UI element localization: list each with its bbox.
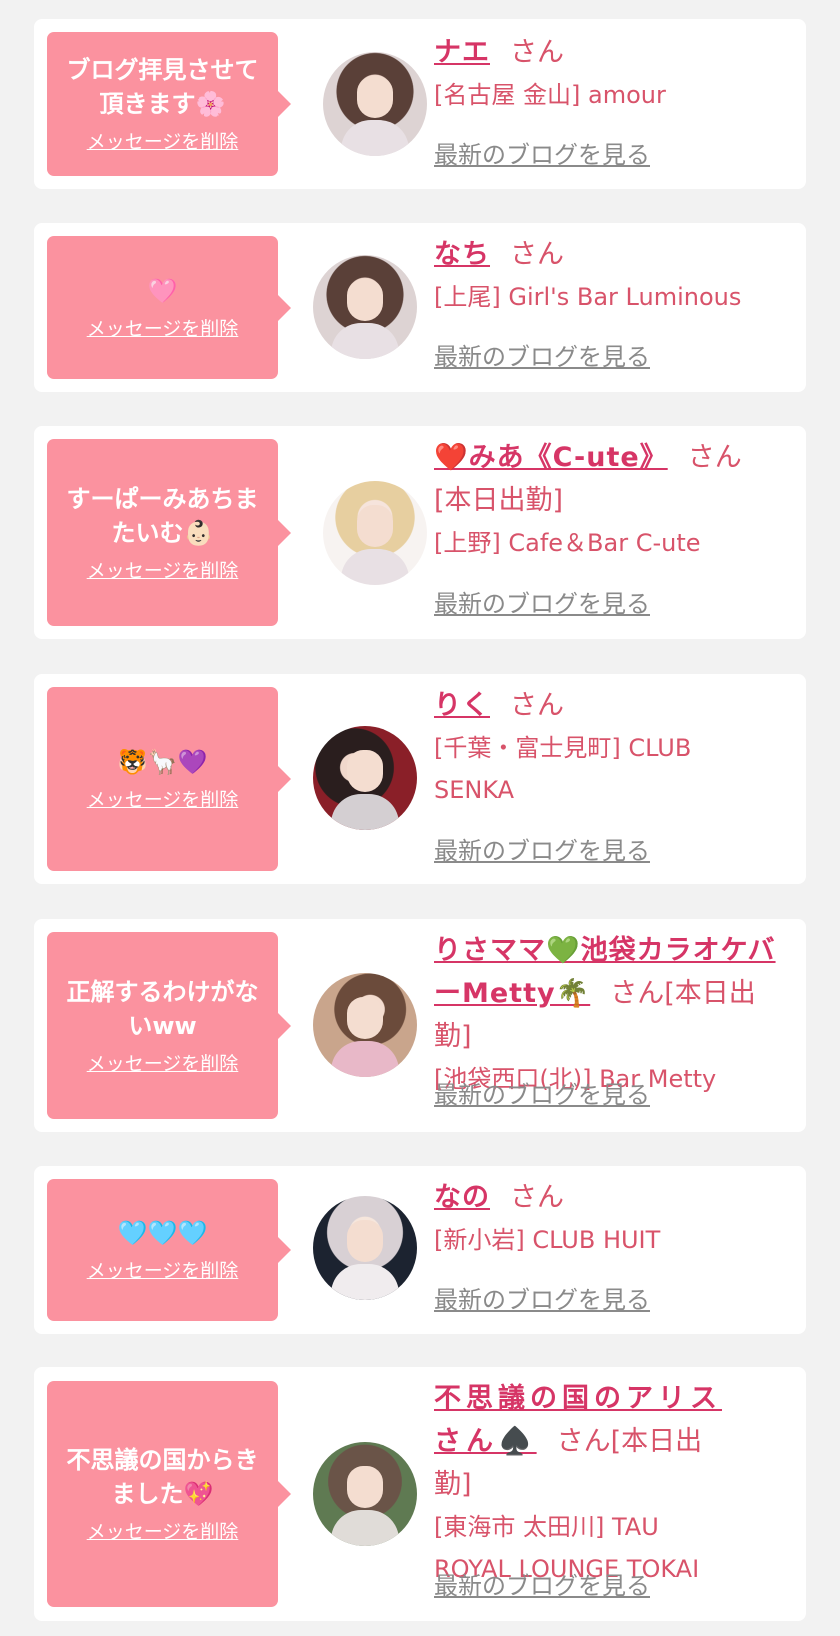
cast-name-line: 不思議の国のアリスさん♠️ さん[本日出勤] [434,1377,734,1506]
cast-name-link[interactable]: ❤️みあ《C-ute》 [434,442,668,473]
cast-name-link[interactable]: なち [434,239,490,270]
latest-blog-link[interactable]: 最新のブログを見る [434,340,650,374]
cast-info: りさママ💚池袋カラオケバーMetty🌴 さん[本日出勤] [池袋西口(北)] Ba… [434,929,784,1100]
cast-name-line: ❤️みあ《C-ute》 さん[本日出勤] [434,436,774,522]
cast-name-line: なち さん [434,233,774,276]
message-bubble: 不思議の国からきました💖 メッセージを削除 [47,1381,291,1607]
cast-info: ❤️みあ《C-ute》 さん[本日出勤] [上野] Cafe＆Bar C-ute [434,436,774,564]
cast-info: なち さん [上尾] Girl's Bar Luminous [434,233,774,318]
message-text: 不思議の国からきました💖 [66,1446,259,1508]
cast-info: なの さん [新小岩] CLUB HUIT [434,1176,774,1261]
cast-info: ナエ さん [名古屋 金山] amour [434,31,774,116]
avatar[interactable] [323,481,427,585]
shop-info: [千葉・富士見町] CLUB SENKA [434,734,692,804]
message-text: ブログ拝見させて頂きます🌸 [66,56,259,118]
latest-blog-link[interactable]: 最新のブログを見る [434,587,650,621]
cast-info: 不思議の国のアリスさん♠️ さん[本日出勤] [東海市 太田川] TAU ROYA… [434,1377,734,1590]
cast-name-line: ナエ さん [434,31,774,74]
honorific: さん [510,239,564,270]
shop-info: [上野] Cafe＆Bar C-ute [434,529,701,557]
message-card: 正解するわけがないww メッセージを削除 りさママ💚池袋カラオケバーMetty🌴… [34,919,806,1132]
message-card: 🩵🩵🩵 メッセージを削除 なの さん [新小岩] CLUB HUIT 最新のブログ… [34,1166,806,1334]
message-card: 🐯🦙💜 メッセージを削除 りく さん [千葉・富士見町] CLUB SENKA 最… [34,674,806,884]
cast-name-link[interactable]: りく [434,690,490,721]
cast-info: りく さん [千葉・富士見町] CLUB SENKA [434,684,774,811]
message-card: ブログ拝見させて頂きます🌸 メッセージを削除 ナエ さん [名古屋 金山] amo… [34,19,806,189]
delete-message-link[interactable]: メッセージを削除 [87,1051,239,1077]
latest-blog-link[interactable]: 最新のブログを見る [434,1078,650,1112]
message-text: 正解するわけがないww [66,977,259,1040]
avatar[interactable] [313,973,417,1077]
latest-blog-link[interactable]: 最新のブログを見る [434,1569,650,1603]
message-text: 🩵🩵🩵 [117,1219,208,1247]
avatar[interactable] [313,1196,417,1300]
message-bubble: 🩵🩵🩵 メッセージを削除 [47,1179,291,1321]
message-bubble: 🩷 メッセージを削除 [47,236,291,379]
honorific: さん [510,1182,564,1213]
latest-blog-link[interactable]: 最新のブログを見る [434,138,650,172]
message-card: 不思議の国からきました💖 メッセージを削除 不思議の国のアリスさん♠️ さん[本日… [34,1367,806,1621]
message-text: すーぱーみあちまたいむ👶🏻 [66,484,259,547]
delete-message-link[interactable]: メッセージを削除 [87,1519,239,1545]
shop-info: [名古屋 金山] amour [434,81,666,109]
honorific: さん [510,690,564,721]
cast-name-line: りさママ💚池袋カラオケバーMetty🌴 さん[本日出勤] [434,929,784,1058]
cast-name-line: なの さん [434,1176,774,1219]
message-bubble: 🐯🦙💜 メッセージを削除 [47,687,291,871]
message-bubble: すーぱーみあちまたいむ👶🏻 メッセージを削除 [47,439,291,626]
message-bubble: ブログ拝見させて頂きます🌸 メッセージを削除 [47,32,291,176]
delete-message-link[interactable]: メッセージを削除 [87,787,239,813]
delete-message-link[interactable]: メッセージを削除 [87,316,239,342]
cast-name-link[interactable]: なの [434,1182,490,1213]
message-text: 🐯🦙💜 [117,748,208,776]
avatar[interactable] [323,52,427,156]
message-bubble: 正解するわけがないww メッセージを削除 [47,932,291,1119]
message-text: 🩷 [147,276,178,305]
avatar[interactable] [313,1442,417,1546]
shop-info: [上尾] Girl's Bar Luminous [434,283,742,311]
message-card: 🩷 メッセージを削除 なち さん [上尾] Girl's Bar Luminous… [34,223,806,392]
message-card: すーぱーみあちまたいむ👶🏻 メッセージを削除 ❤️みあ《C-ute》 さん[本日出… [34,426,806,639]
honorific: さん [510,37,564,68]
avatar[interactable] [313,255,417,359]
delete-message-link[interactable]: メッセージを削除 [87,558,239,584]
cast-name-link[interactable]: ナエ [434,37,490,68]
latest-blog-link[interactable]: 最新のブログを見る [434,834,650,868]
delete-message-link[interactable]: メッセージを削除 [87,129,239,155]
avatar[interactable] [313,726,417,830]
delete-message-link[interactable]: メッセージを削除 [87,1258,239,1284]
cast-name-line: りく さん [434,684,774,727]
latest-blog-link[interactable]: 最新のブログを見る [434,1283,650,1317]
shop-info: [新小岩] CLUB HUIT [434,1226,661,1254]
